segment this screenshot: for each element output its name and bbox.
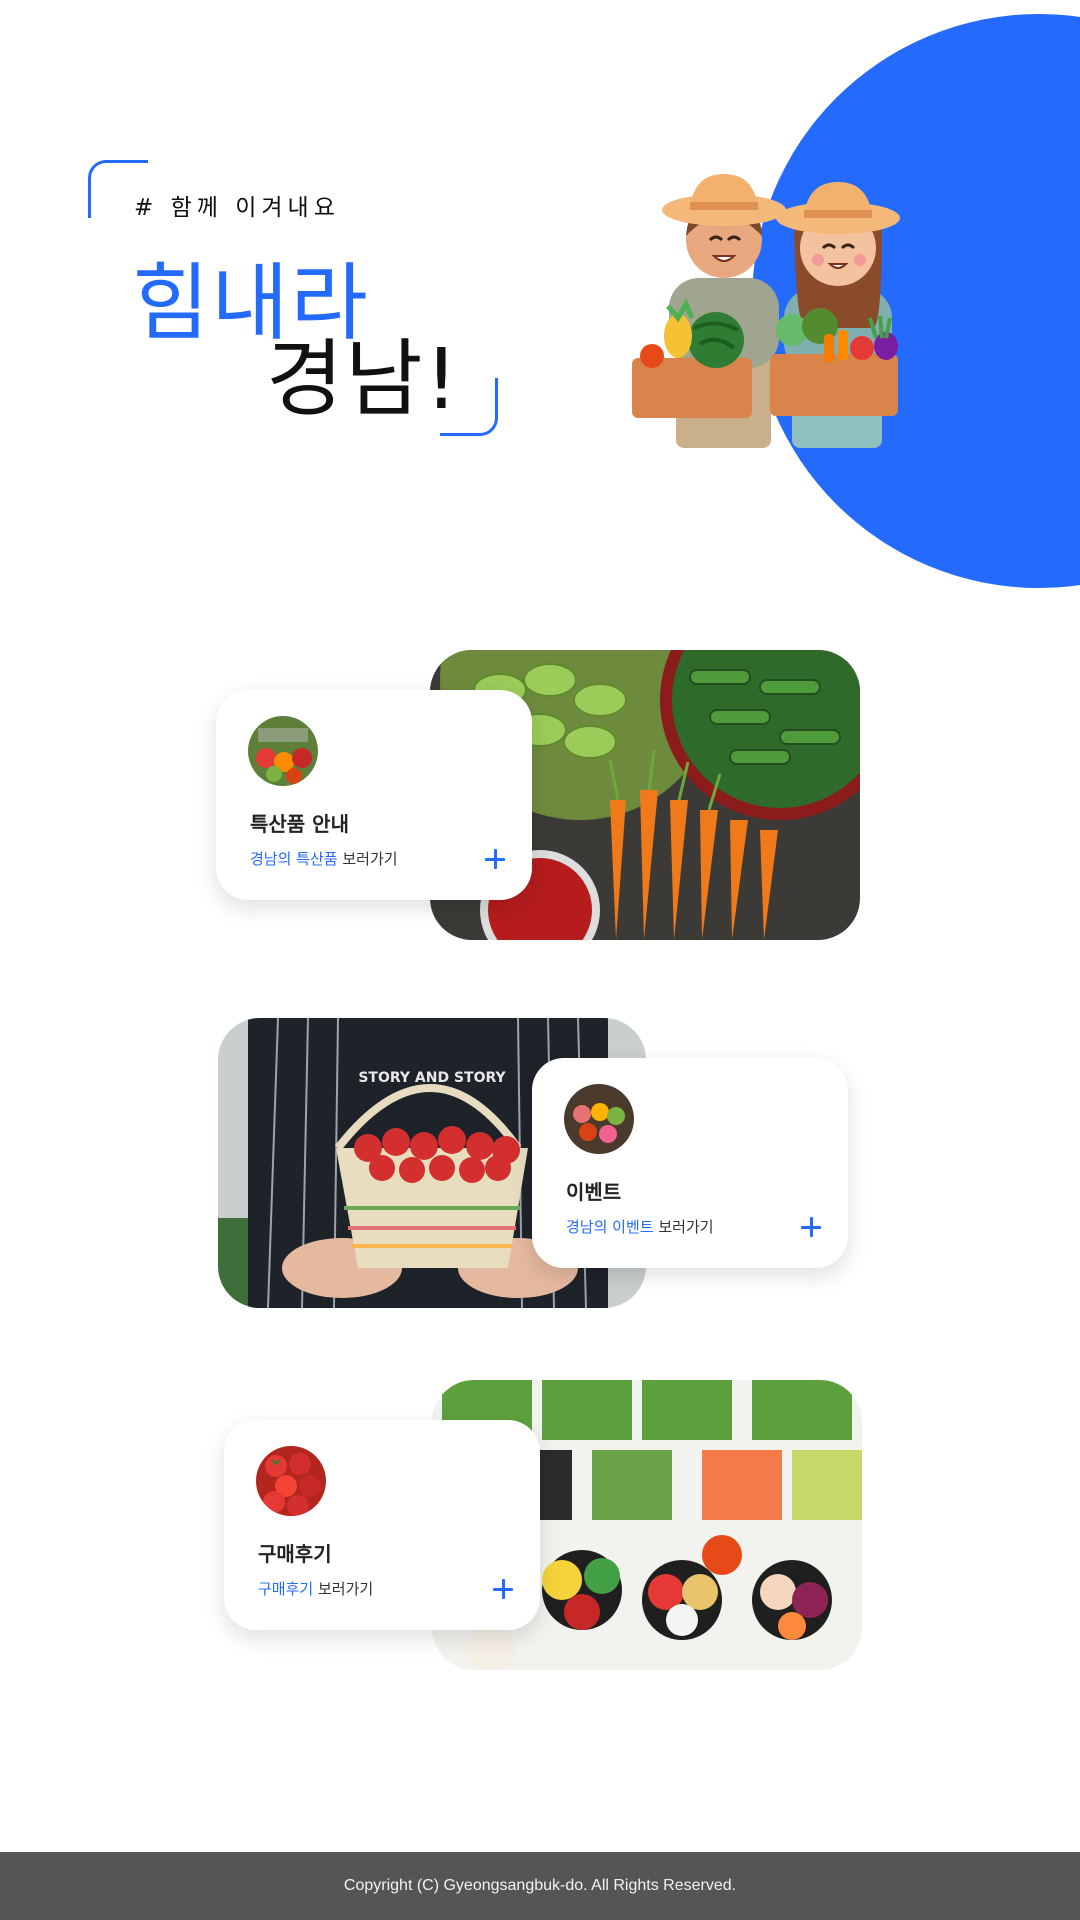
footer: Copyright (C) Gyeongsangbuk-do. All Righ… <box>0 1852 1080 1920</box>
card-link-text[interactable]: 구매후기 보러가기 <box>258 1578 373 1599</box>
vegetables-thumbnail <box>248 716 318 786</box>
farmers-illustration <box>632 174 900 448</box>
plus-icon[interactable] <box>492 1578 514 1600</box>
plus-icon[interactable] <box>800 1216 822 1238</box>
card-link-highlight: 경남의 특산품 <box>250 850 338 868</box>
plus-icon[interactable] <box>484 848 506 870</box>
hero-headline-line2: 경남! <box>266 330 461 428</box>
card-link-text[interactable]: 경남의 이벤트 보러가기 <box>566 1216 714 1237</box>
svg-text:STORY AND STORY: STORY AND STORY <box>358 1070 506 1086</box>
card-title: 구매후기 <box>258 1542 332 1566</box>
market-thumbnail <box>564 1084 634 1154</box>
card-link-suffix: 보러가기 <box>653 1218 714 1236</box>
card-title: 특산품 안내 <box>250 812 349 836</box>
card-title: 이벤트 <box>566 1180 622 1204</box>
card-events[interactable]: 이벤트 경남의 이벤트 보러가기 <box>532 1058 848 1268</box>
card-link-highlight: 경남의 이벤트 <box>566 1218 654 1236</box>
hero-tagline: # 함께 이겨내요 <box>134 195 340 221</box>
tomatoes-thumbnail <box>256 1446 326 1516</box>
card-link-suffix: 보러가기 <box>337 850 398 868</box>
card-link-text[interactable]: 경남의 특산품 보러가기 <box>250 848 398 869</box>
card-specialty-products[interactable]: 특산품 안내 경남의 특산품 보러가기 <box>216 690 532 900</box>
card-link-suffix: 보러가기 <box>313 1580 374 1598</box>
copyright-text: Copyright (C) Gyeongsangbuk-do. All Righ… <box>343 1877 737 1894</box>
card-link-highlight: 구매후기 <box>258 1580 314 1598</box>
hero-section: # 함께 이겨내요 힘내라 경남! <box>0 0 1080 600</box>
card-purchase-reviews[interactable]: 구매후기 구매후기 보러가기 <box>224 1420 540 1630</box>
